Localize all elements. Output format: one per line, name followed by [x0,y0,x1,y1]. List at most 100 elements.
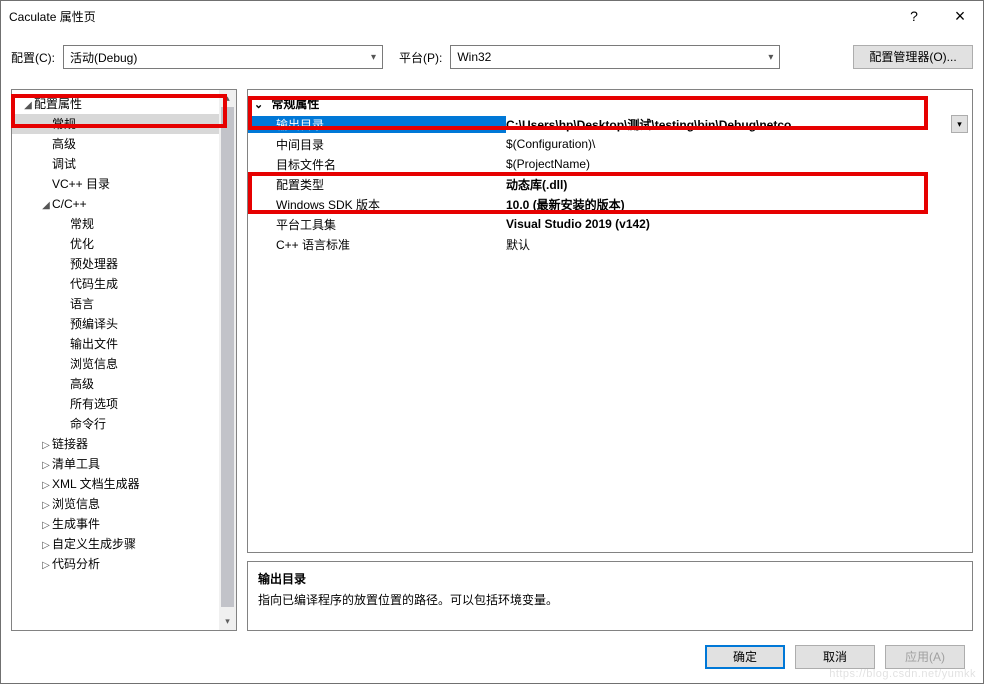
expander-icon[interactable]: ◢ [22,96,34,116]
tree-item-label: 代码分析 [52,557,100,571]
platform-dropdown[interactable]: Win32 ▾ [450,45,780,69]
tree-item[interactable]: 输出文件 [12,334,219,354]
tree-item-label: 链接器 [52,437,88,451]
scroll-down-icon[interactable]: ▾ [219,613,236,630]
tree-item[interactable]: 所有选项 [12,394,219,414]
property-row[interactable]: 目标文件名$(ProjectName) [248,154,972,174]
property-value[interactable]: $(Configuration)\ [506,137,972,151]
property-label: Windows SDK 版本 [276,196,506,213]
tree-item-label: 预处理器 [70,257,118,271]
tree-item[interactable]: ▷浏览信息 [12,494,219,514]
expander-icon[interactable]: ▷ [40,556,52,576]
ok-button[interactable]: 确定 [705,645,785,669]
tree-item[interactable]: 语言 [12,294,219,314]
property-value[interactable]: 默认 [506,236,972,253]
tree-item[interactable]: 常规 [12,114,219,134]
tree-item-label: 调试 [52,157,76,171]
tree-item-label: 命令行 [70,417,106,431]
tree-item[interactable]: ▷生成事件 [12,514,219,534]
tree-item-label: XML 文档生成器 [52,477,140,491]
section-title: 常规属性 [271,97,319,111]
property-label: 中间目录 [276,136,506,153]
tree-item[interactable]: 命令行 [12,414,219,434]
description-panel: 输出目录 指向已编译程序的放置位置的路径。可以包括环境变量。 [247,561,973,631]
property-row[interactable]: 配置类型动态库(.dll) [248,174,972,194]
tree-item[interactable]: ◢配置属性 [12,94,219,114]
tree-item[interactable]: ◢C/C++ [12,194,219,214]
expander-icon[interactable]: ◢ [40,196,52,216]
expander-icon[interactable]: ▷ [40,456,52,476]
expander-icon[interactable]: ▷ [40,536,52,556]
tree-item[interactable]: ▷代码分析 [12,554,219,574]
tree-item-label: 配置属性 [34,97,82,111]
tree-item[interactable]: 调试 [12,154,219,174]
tree-item-label: 浏览信息 [52,497,100,511]
property-value[interactable]: C:\Users\hp\Desktop\测试\testing\bin\Debug… [506,116,972,133]
config-manager-button[interactable]: 配置管理器(O)... [853,45,973,69]
tree[interactable]: ◢配置属性常规高级调试VC++ 目录◢C/C++常规优化预处理器代码生成语言预编… [12,90,219,630]
property-row[interactable]: 平台工具集Visual Studio 2019 (v142) [248,214,972,234]
expander-icon[interactable]: ▷ [40,476,52,496]
tree-item[interactable]: ▷清单工具 [12,454,219,474]
scroll-track[interactable] [219,107,236,613]
tree-item-label: 常规 [52,117,76,131]
expander-icon[interactable]: ▷ [40,436,52,456]
property-grid[interactable]: ⌄ 常规属性 输出目录C:\Users\hp\Desktop\测试\testin… [247,89,973,553]
property-row[interactable]: C++ 语言标准默认 [248,234,972,254]
tree-item[interactable]: ▷链接器 [12,434,219,454]
expander-icon[interactable]: ▷ [40,496,52,516]
right-panel: ⌄ 常规属性 输出目录C:\Users\hp\Desktop\测试\testin… [247,89,973,631]
tree-panel: ◢配置属性常规高级调试VC++ 目录◢C/C++常规优化预处理器代码生成语言预编… [11,89,237,631]
tree-item-label: 语言 [70,297,94,311]
property-value[interactable]: $(ProjectName) [506,157,972,171]
window-title: Caculate 属性页 [9,8,891,25]
tree-item[interactable]: 优化 [12,234,219,254]
chevron-down-icon: ▾ [768,52,773,63]
tree-item-label: 自定义生成步骤 [52,537,136,551]
tree-item[interactable]: 常规 [12,214,219,234]
tree-item-label: VC++ 目录 [52,177,110,191]
vertical-scrollbar[interactable]: ▴ ▾ [219,90,236,630]
tree-item[interactable]: 高级 [12,374,219,394]
cancel-button[interactable]: 取消 [795,645,875,669]
section-header[interactable]: ⌄ 常规属性 [248,94,972,114]
tree-item-label: 所有选项 [70,397,118,411]
tree-item-label: 预编译头 [70,317,118,331]
tree-item-label: 清单工具 [52,457,100,471]
property-row[interactable]: Windows SDK 版本10.0 (最新安装的版本) [248,194,972,214]
config-dropdown[interactable]: 活动(Debug) ▾ [63,45,383,69]
property-label: 配置类型 [276,176,506,193]
tree-item[interactable]: 预编译头 [12,314,219,334]
tree-item[interactable]: 代码生成 [12,274,219,294]
tree-item[interactable]: 高级 [12,134,219,154]
tree-item[interactable]: ▷自定义生成步骤 [12,534,219,554]
tree-item[interactable]: 浏览信息 [12,354,219,374]
tree-item[interactable]: VC++ 目录 [12,174,219,194]
scroll-up-icon[interactable]: ▴ [219,90,236,107]
chevron-down-icon[interactable]: ▾ [951,115,968,133]
description-title: 输出目录 [258,570,962,587]
apply-button[interactable]: 应用(A) [885,645,965,669]
description-text: 指向已编译程序的放置位置的路径。可以包括环境变量。 [258,591,962,608]
property-value[interactable]: 动态库(.dll) [506,176,972,193]
config-row: 配置(C): 活动(Debug) ▾ 平台(P): Win32 ▾ 配置管理器(… [1,31,983,79]
expander-icon[interactable]: ▷ [40,516,52,536]
property-value[interactable]: 10.0 (最新安装的版本) [506,196,972,213]
property-label: C++ 语言标准 [276,236,506,253]
tree-item-label: C/C++ [52,197,87,211]
tree-item-label: 高级 [70,377,94,391]
tree-item[interactable]: 预处理器 [12,254,219,274]
config-value: 活动(Debug) [70,49,137,66]
property-row[interactable]: 中间目录$(Configuration)\ [248,134,972,154]
property-label: 目标文件名 [276,156,506,173]
property-row[interactable]: 输出目录C:\Users\hp\Desktop\测试\testing\bin\D… [248,114,972,134]
tree-item[interactable]: ▷XML 文档生成器 [12,474,219,494]
chevron-down-icon: ▾ [371,52,376,63]
close-button[interactable]: × [937,1,983,31]
property-page-window: Caculate 属性页 ? × 配置(C): 活动(Debug) ▾ 平台(P… [0,0,984,684]
tree-item-label: 高级 [52,137,76,151]
help-button[interactable]: ? [891,1,937,31]
scroll-thumb[interactable] [221,107,234,607]
property-value[interactable]: Visual Studio 2019 (v142) [506,217,972,231]
watermark: https://blog.csdn.net/yumkk [829,668,976,680]
